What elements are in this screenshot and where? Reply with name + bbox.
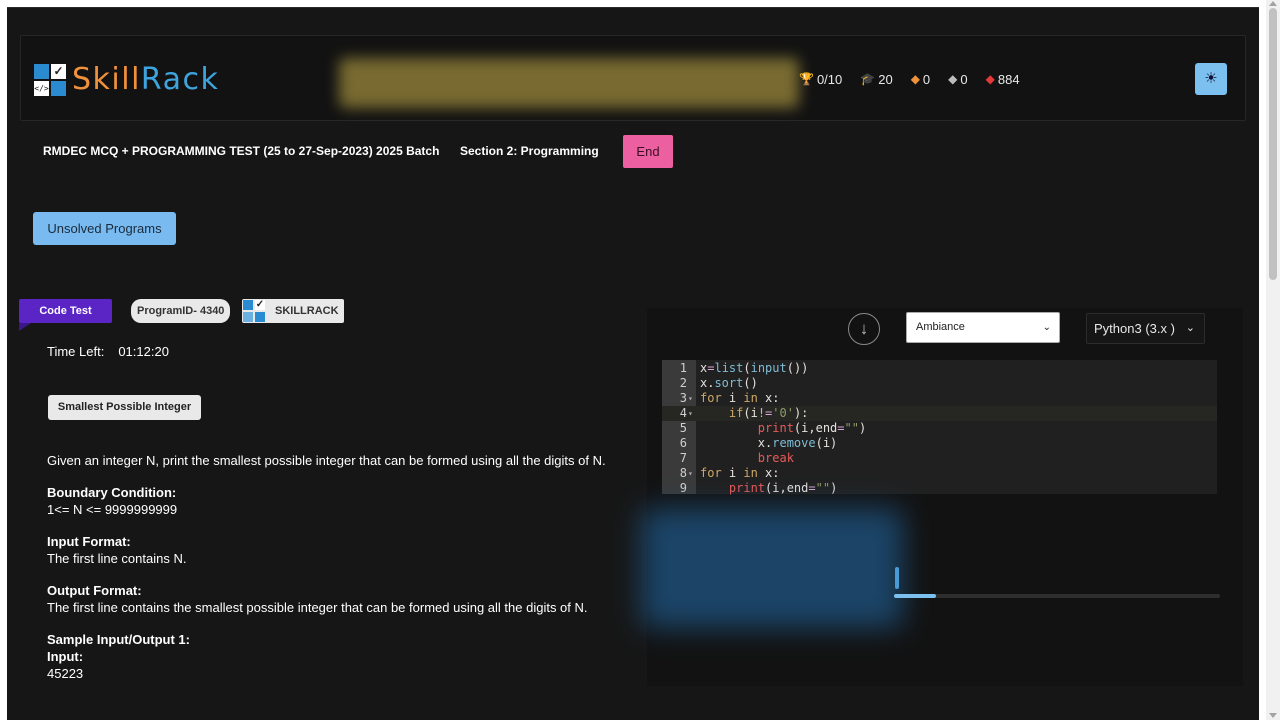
input-format-text: The first line contains N. <box>47 551 187 566</box>
time-left-value: 01:12:20 <box>118 344 169 359</box>
stat-gold-gems: ◆ 0 <box>911 72 930 87</box>
stat-points: 🎓 20 <box>860 72 892 87</box>
time-left-label: Time Left: <box>47 344 105 359</box>
code-line: 5 print(i,end="") <box>679 421 867 435</box>
code-editor[interactable]: 1 x=list(input()) 2 x.sort() 3 ▾ for i i… <box>662 360 1217 495</box>
section-title: Section 2: Programming <box>460 144 599 158</box>
theme-toggle-button[interactable]: ☀ <box>1195 63 1227 95</box>
silver-gem-icon: ◆ <box>948 72 958 86</box>
code-line: 7 break <box>679 451 794 465</box>
skillrack-logo-text: SkillRack <box>72 62 220 97</box>
stat-gold-gems-value: 0 <box>922 71 931 87</box>
skillrack-badge[interactable]: ✓ SKILLRACK <box>242 299 344 323</box>
progress-bar <box>894 594 1220 598</box>
stat-trophies: 🏆 0/10 <box>799 72 842 87</box>
sample-io-heading: Sample Input/Output 1: <box>47 632 190 647</box>
code-test-tag: Code Test <box>19 299 112 331</box>
stat-red-gems: ◆ 884 <box>986 72 1020 87</box>
skillrack-logo-mark: ✓ </> <box>34 63 66 96</box>
chevron-down-icon: ⌄ <box>1042 322 1051 333</box>
page-scrollbar[interactable] <box>1266 0 1280 720</box>
top-header: ✓ </> SkillRack 🏆 0/10 🎓 20 ◆ 0 ◆ 0 ◆ 88… <box>20 35 1246 121</box>
app-frame: ✓ </> SkillRack 🏆 0/10 🎓 20 ◆ 0 ◆ 0 ◆ 88… <box>7 7 1259 720</box>
boundary-heading: Boundary Condition: <box>47 485 177 500</box>
test-title: RMDEC MCQ + PROGRAMMING TEST (25 to 27-S… <box>43 144 440 158</box>
user-stats: 🏆 0/10 🎓 20 ◆ 0 ◆ 0 ◆ 884 <box>799 71 1038 87</box>
redacted-user-info <box>339 58 799 108</box>
language-value: Python3 (3.x ) <box>1094 321 1175 336</box>
code-line: 2 x.sort() <box>679 376 758 390</box>
language-select[interactable]: Python3 (3.x ) ⌄ <box>1086 313 1205 344</box>
scroll-down-arrow-icon[interactable] <box>1269 713 1277 718</box>
stat-silver-gems-value: 0 <box>960 71 968 87</box>
sample-input-value: 45223 <box>47 666 84 681</box>
code-line: 3 ▾ for i in x: <box>679 391 780 405</box>
sample-io: Sample Input/Output 1: Input: 45223 <box>47 631 617 682</box>
problem-title-badge[interactable]: Smallest Possible Integer <box>48 395 201 420</box>
scrollbar-thumb[interactable] <box>1269 8 1277 280</box>
stat-silver-gems: ◆ 0 <box>948 72 967 87</box>
problem-statement: Given an integer N, print the smallest p… <box>47 452 617 697</box>
code-line: 1 x=list(input()) <box>679 361 809 375</box>
gold-gem-icon: ◆ <box>910 72 920 86</box>
trophy-icon: 🏆 <box>799 72 814 86</box>
skillrack-mini-logo-icon: ✓ <box>243 300 267 322</box>
skillrack-logo[interactable]: ✓ </> SkillRack <box>34 62 219 97</box>
boundary-text: 1<= N <= 9999999999 <box>47 502 178 517</box>
end-test-button[interactable]: End <box>623 135 673 168</box>
stat-points-value: 20 <box>878 71 893 87</box>
fold-arrow-icon: ▾ <box>688 394 693 403</box>
arrow-down-circle-icon[interactable]: ↓ <box>848 313 880 345</box>
input-format-heading: Input Format: <box>47 534 131 549</box>
stat-red-gems-value: 884 <box>997 71 1020 87</box>
chevron-down-icon: ⌄ <box>1185 322 1195 334</box>
editor-theme-select[interactable]: Ambiance ⌄ <box>906 312 1060 343</box>
sample-input-heading: Input: <box>47 649 84 664</box>
program-id-badge: ProgramID- 4340 <box>131 299 231 323</box>
input-format: Input Format: The first line contains N. <box>47 533 617 567</box>
output-format-text: The first line contains the smallest pos… <box>47 600 588 615</box>
progress-bar-fill <box>894 594 937 598</box>
resize-handle[interactable] <box>895 567 899 589</box>
time-left: Time Left: 01:12:20 <box>47 344 169 359</box>
scroll-up-arrow-icon[interactable] <box>1269 1 1277 6</box>
stat-trophies-value: 0/10 <box>816 71 843 87</box>
red-gem-icon: ◆ <box>985 72 995 86</box>
code-line-active: 4 ▾ if(i!='0'): <box>662 406 1217 421</box>
code-line: 6 x.remove(i) <box>679 436 838 450</box>
problem-description: Given an integer N, print the smallest p… <box>47 453 606 468</box>
sun-icon: ☀ <box>1204 70 1218 87</box>
graduation-cap-icon: 🎓 <box>860 72 876 86</box>
output-format: Output Format: The first line contains t… <box>47 582 617 616</box>
fold-arrow-icon: ▾ <box>688 409 693 418</box>
unsolved-programs-button[interactable]: Unsolved Programs <box>33 212 176 245</box>
code-line: 9 print(i,end="") <box>679 481 838 495</box>
fold-arrow-icon: ▾ <box>688 469 693 478</box>
boundary-condition: Boundary Condition: 1<= N <= 9999999999 <box>47 484 617 518</box>
output-format-heading: Output Format: <box>47 583 142 598</box>
editor-theme-value: Ambiance <box>916 321 965 333</box>
code-line: 8 ▾ for i in x: <box>679 466 780 480</box>
redacted-output-area <box>641 508 903 628</box>
skillrack-badge-label: SKILLRACK <box>275 305 339 317</box>
